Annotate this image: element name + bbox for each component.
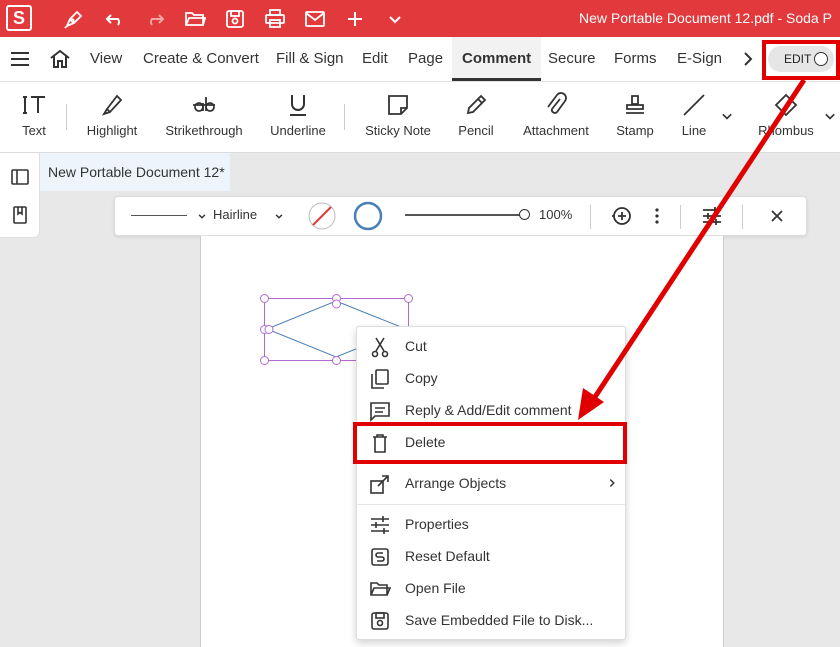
- annotation-arrow: [578, 78, 807, 420]
